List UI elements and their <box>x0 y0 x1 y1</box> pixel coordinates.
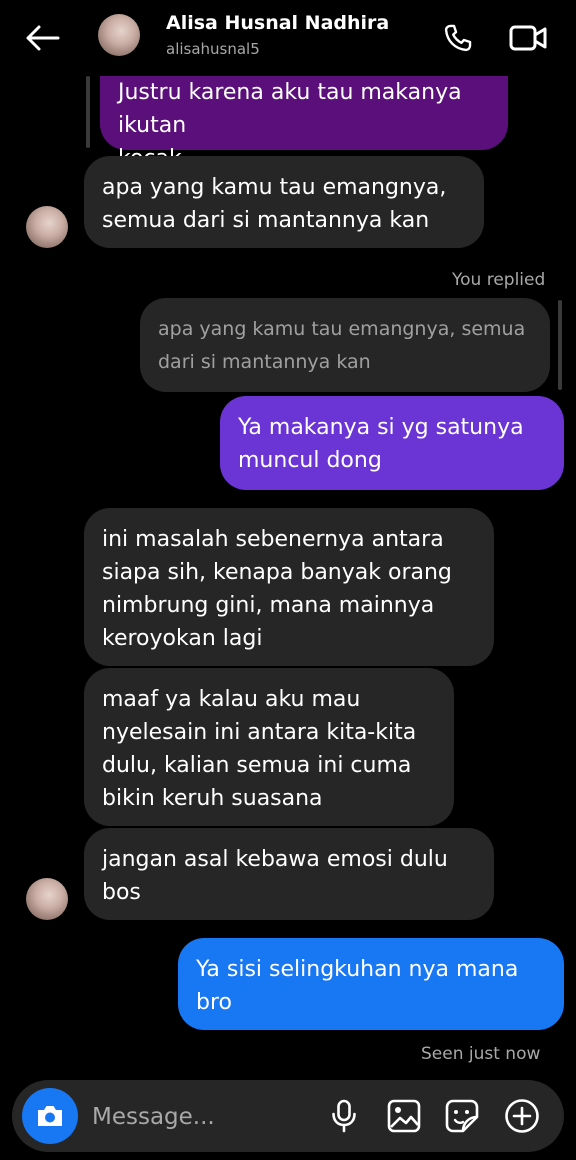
received-message[interactable]: jangan asal kebawa emosi dulu bos <box>84 828 494 920</box>
arrow-left-icon <box>26 25 60 51</box>
received-reply-message[interactable]: Justru karena aku tau makanya ikutan koc… <box>100 76 508 171</box>
reply-indicator-bar <box>558 300 562 390</box>
contact-avatar[interactable] <box>98 14 140 56</box>
gallery-button[interactable] <box>386 1098 422 1134</box>
call-button[interactable] <box>438 18 478 58</box>
contact-username[interactable]: alisahusnal5 <box>166 40 260 58</box>
seen-status: Seen just now <box>421 1044 541 1064</box>
contact-name[interactable]: Alisa Husnal Nadhira <box>166 12 389 34</box>
reply-indicator-bar <box>86 76 90 148</box>
quoted-message[interactable]: apa yang kamu tau emangnya, semua dari s… <box>140 298 550 392</box>
chat-header: Alisa Husnal Nadhira alisahusnal5 <box>0 0 576 76</box>
sticker-icon <box>445 1099 479 1133</box>
phone-icon <box>444 24 472 52</box>
sender-avatar <box>26 878 68 920</box>
sender-avatar <box>26 206 68 248</box>
message-composer <box>12 1080 564 1152</box>
sent-message[interactable]: Ya makanya si yg satunya muncul dong <box>220 396 564 490</box>
camera-button[interactable] <box>22 1088 78 1144</box>
sticker-button[interactable] <box>444 1098 480 1134</box>
back-button[interactable] <box>20 18 64 58</box>
image-icon <box>387 1099 421 1133</box>
plus-circle-icon <box>505 1099 539 1133</box>
received-message[interactable]: maaf ya kalau aku mau nyelesain ini anta… <box>84 668 454 826</box>
message-input[interactable] <box>90 1094 314 1140</box>
more-options-button[interactable] <box>504 1098 540 1134</box>
video-camera-icon <box>509 25 547 51</box>
voice-message-button[interactable] <box>326 1098 362 1134</box>
received-message[interactable]: ini masalah sebenernya antara siapa sih,… <box>84 508 494 666</box>
received-message[interactable]: apa yang kamu tau emangnya, semua dari s… <box>84 156 484 248</box>
video-call-button[interactable] <box>506 18 550 58</box>
microphone-icon <box>332 1099 356 1133</box>
camera-icon <box>38 1106 62 1126</box>
sent-message[interactable]: Ya sisi selingkuhan nya mana bro <box>178 938 564 1030</box>
you-replied-label: You replied <box>452 270 546 290</box>
